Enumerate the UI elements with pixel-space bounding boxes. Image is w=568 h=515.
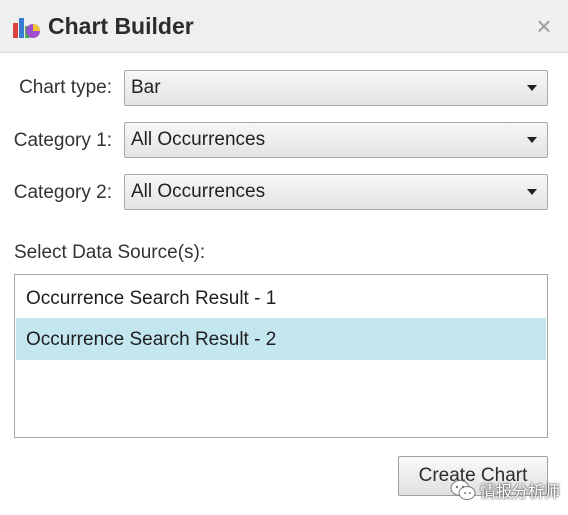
chart-type-label: Chart type: — [19, 77, 112, 98]
dialog-title: Chart Builder — [48, 13, 194, 39]
wechat-icon — [450, 480, 476, 500]
category1-select[interactable]: All Occurrences — [124, 122, 548, 158]
list-item[interactable]: Occurrence Search Result - 2 — [16, 318, 546, 360]
category2-value: All Occurrences — [131, 181, 266, 202]
watermark: 情报分析师 — [450, 475, 560, 505]
category1-label: Category 1: — [13, 130, 112, 151]
category2-label: Category 2: — [13, 182, 112, 203]
data-source-list[interactable]: Occurrence Search Result - 1 Occurrence … — [14, 274, 548, 438]
list-item-label: Occurrence Search Result - 2 — [26, 329, 277, 350]
chart-builder-dialog: Chart Builder × Chart type: Bar Category… — [0, 0, 568, 515]
chevron-down-icon — [527, 189, 537, 195]
chart-builder-icon — [13, 18, 40, 38]
chevron-down-icon — [527, 85, 537, 91]
watermark-text: 情报分析师 — [480, 484, 561, 501]
list-item-label: Occurrence Search Result - 1 — [26, 288, 277, 309]
chart-type-select[interactable]: Bar — [124, 70, 548, 106]
chart-type-value: Bar — [131, 77, 161, 98]
dialog-titlebar: Chart Builder × — [0, 0, 568, 53]
list-item[interactable]: Occurrence Search Result - 1 — [16, 277, 546, 319]
chevron-down-icon — [527, 137, 537, 143]
close-icon[interactable]: × — [530, 12, 558, 40]
category2-select[interactable]: All Occurrences — [124, 174, 548, 210]
category1-value: All Occurrences — [131, 129, 266, 150]
data-source-label: Select Data Source(s): — [14, 242, 206, 263]
